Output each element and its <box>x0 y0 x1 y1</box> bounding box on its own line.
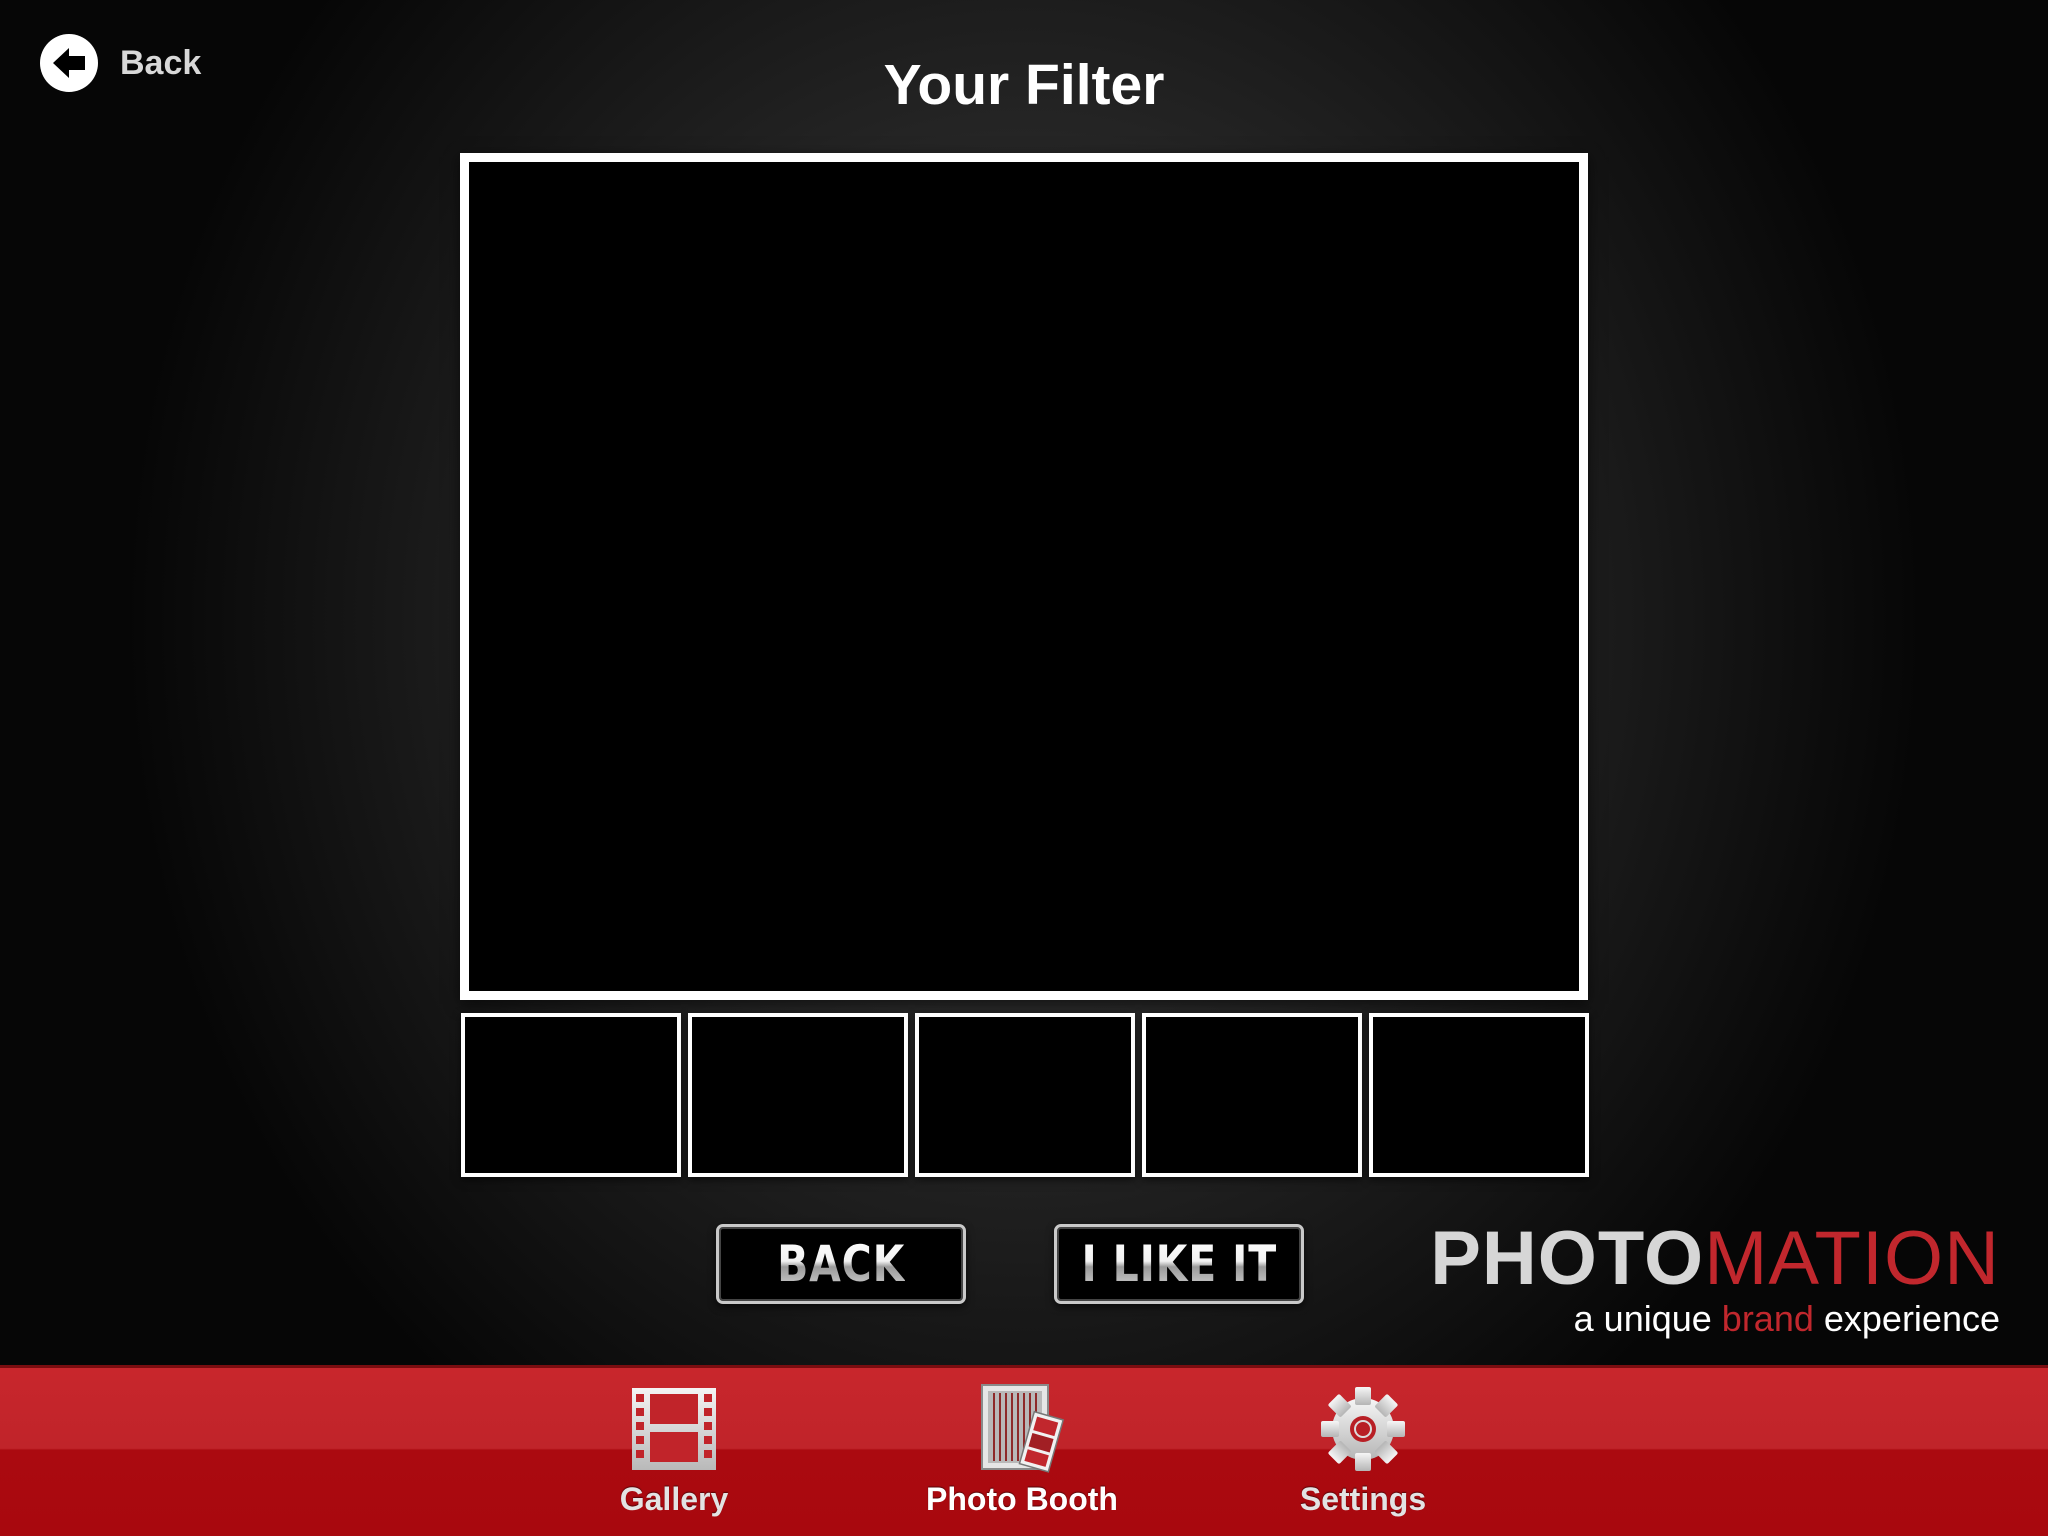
logo-wordmark: PHOTOMATION <box>1430 1218 2000 1300</box>
logo-word-mation: MATION <box>1704 1216 2000 1301</box>
filter-thumbnail-2[interactable] <box>688 1013 908 1177</box>
back-button[interactable]: BACK <box>716 1224 966 1304</box>
logo-word-photo: PHOTO <box>1430 1216 1705 1301</box>
filter-thumbnail-1[interactable] <box>461 1013 681 1177</box>
logo-tagline: a unique brand experience <box>1430 1298 2000 1340</box>
filter-thumbnail-3[interactable] <box>915 1013 1135 1177</box>
photomation-logo: PHOTOMATION a unique brand experience <box>1430 1218 2000 1340</box>
tab-photo-booth-label: Photo Booth <box>926 1481 1118 1517</box>
tagline-brand: brand <box>1721 1298 1814 1339</box>
filter-thumbnail-5[interactable] <box>1369 1013 1589 1177</box>
filter-thumbnail-4[interactable] <box>1142 1013 1362 1177</box>
tab-gallery[interactable]: Gallery <box>574 1368 774 1536</box>
tagline-pre: a unique <box>1573 1298 1722 1339</box>
main-photo-preview <box>460 153 1588 1000</box>
gear-icon <box>1319 1385 1407 1473</box>
photo-booth-icon <box>976 1384 1068 1473</box>
i-like-it-button-label: I LIKE IT <box>1081 1235 1277 1293</box>
tab-photo-booth[interactable]: Photo Booth <box>902 1368 1142 1536</box>
tab-settings[interactable]: Settings <box>1263 1368 1463 1536</box>
app-screen: Back Your Filter BACK I LIKE IT PHOTOMAT… <box>0 0 2048 1536</box>
tab-settings-label: Settings <box>1299 1481 1427 1517</box>
tagline-post: experience <box>1813 1298 2000 1339</box>
i-like-it-button[interactable]: I LIKE IT <box>1054 1224 1304 1304</box>
back-button-label: BACK <box>776 1235 906 1293</box>
page-title: Your Filter <box>883 53 1165 117</box>
tab-gallery-label: Gallery <box>619 1481 729 1517</box>
film-strip-icon <box>630 1385 718 1473</box>
tab-bar: Gallery Photo Booth Settings <box>0 1365 2048 1536</box>
